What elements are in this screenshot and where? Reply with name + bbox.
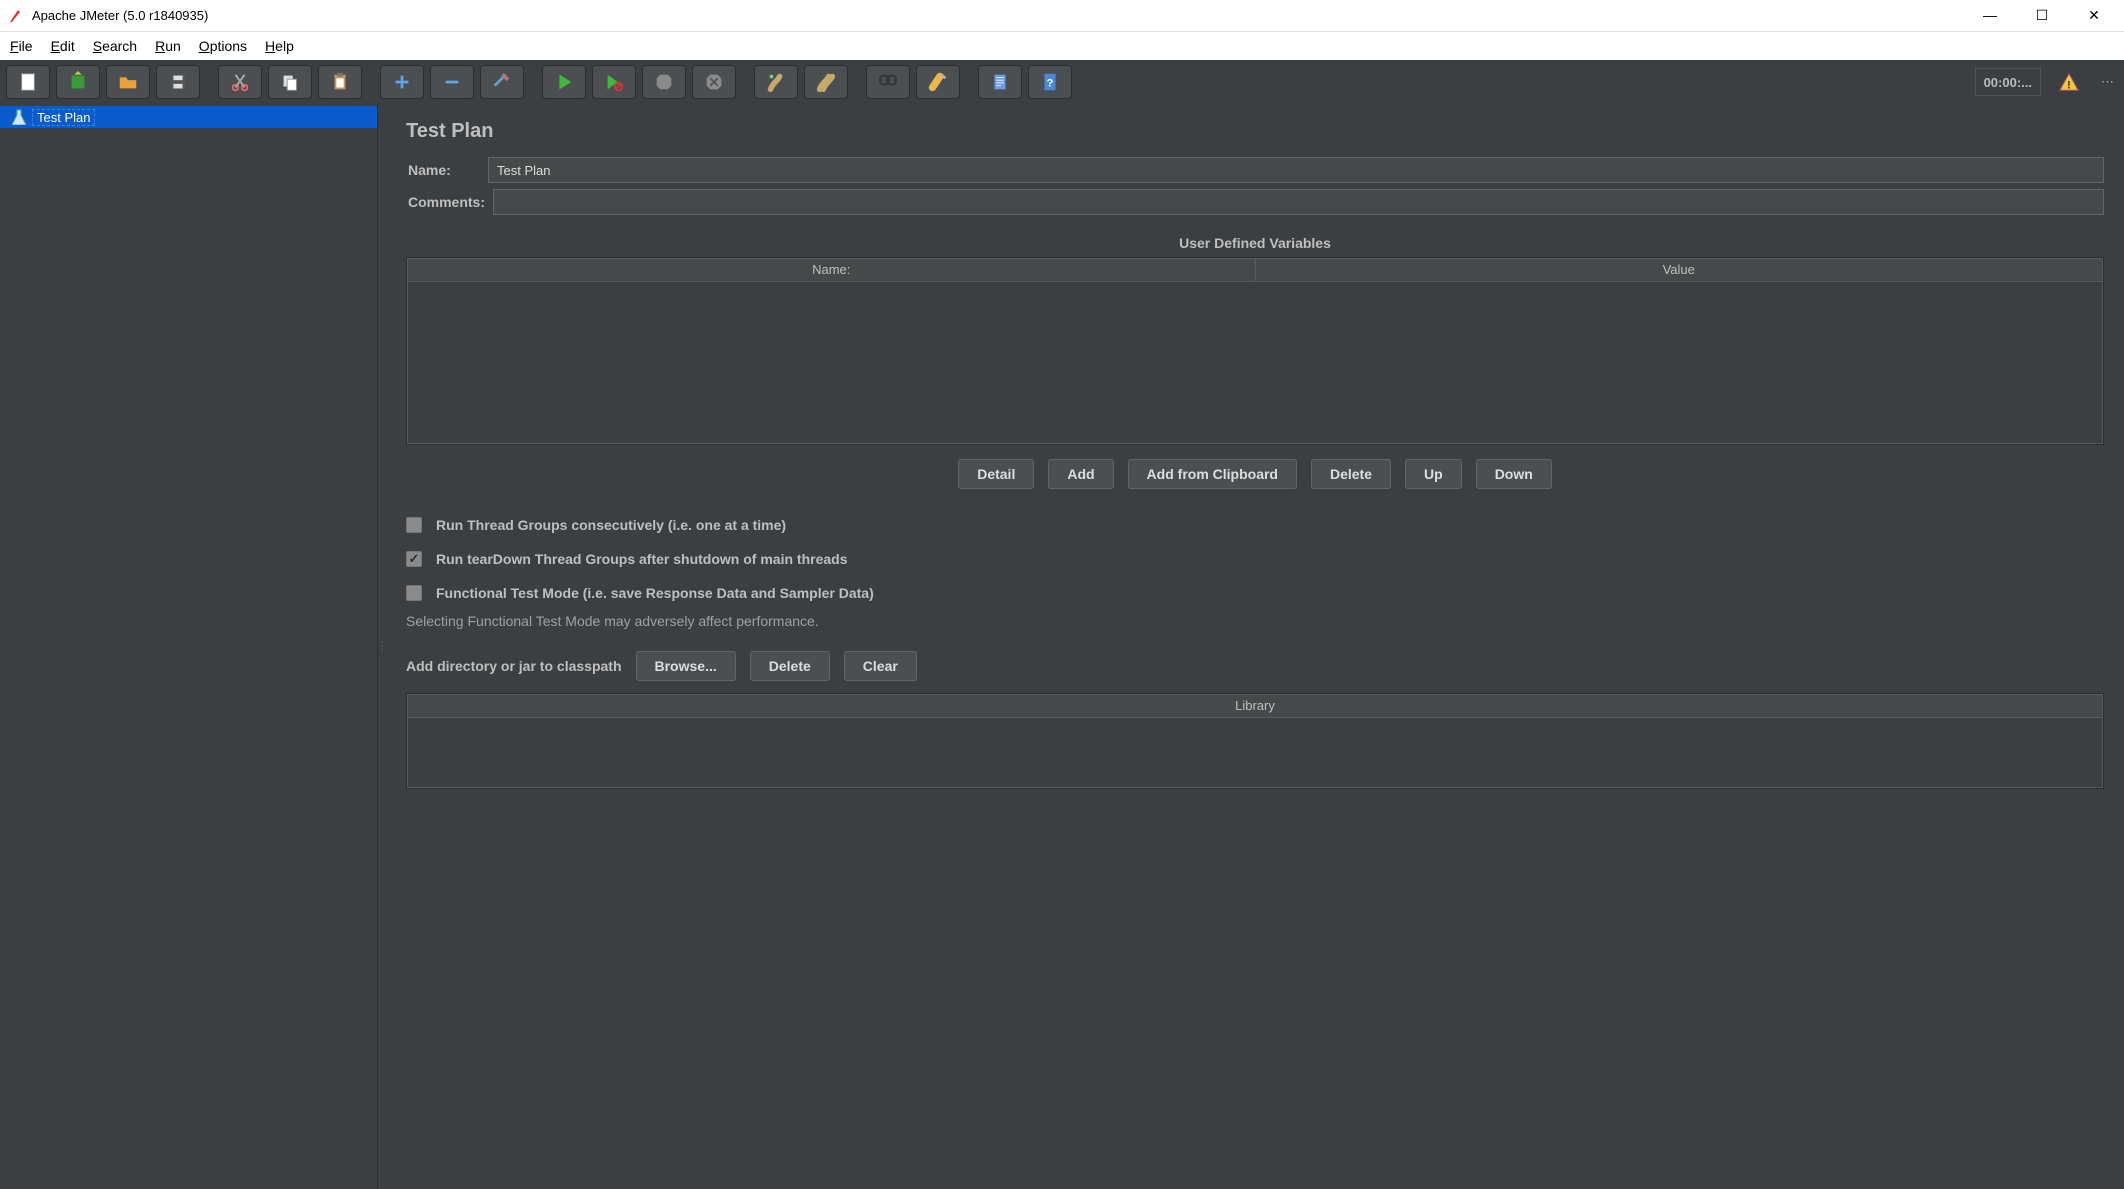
cut-button[interactable] — [218, 65, 262, 99]
save-button[interactable] — [156, 65, 200, 99]
up-button[interactable]: Up — [1405, 459, 1462, 489]
udv-col-name[interactable]: Name: — [408, 259, 1256, 281]
paste-button[interactable] — [318, 65, 362, 99]
menu-help[interactable]: Help — [265, 38, 294, 54]
name-input[interactable] — [488, 157, 2104, 183]
cp-delete-button[interactable]: Delete — [750, 651, 830, 681]
app-icon — [8, 8, 24, 24]
help-tb-button[interactable]: ? — [1028, 65, 1072, 99]
tree-root-label: Test Plan — [32, 109, 95, 126]
comments-input[interactable] — [493, 189, 2104, 215]
clear-all-icon — [815, 71, 837, 93]
search-icon — [877, 71, 899, 93]
name-label: Name: — [406, 162, 488, 178]
start-no-timers-button[interactable] — [592, 65, 636, 99]
plus-icon — [391, 71, 413, 93]
open-icon — [117, 71, 139, 93]
new-button[interactable] — [6, 65, 50, 99]
toggle-button[interactable] — [480, 65, 524, 99]
svg-text:!: ! — [2067, 79, 2071, 91]
stop-button[interactable] — [642, 65, 686, 99]
window-minimize[interactable]: — — [1976, 7, 2004, 24]
toggle-icon — [491, 71, 513, 93]
down-button[interactable]: Down — [1476, 459, 1552, 489]
udv-tbody[interactable] — [407, 282, 2103, 444]
collapse-button[interactable] — [430, 65, 474, 99]
library-table: Library — [406, 693, 2104, 789]
new-icon — [17, 71, 39, 93]
expand-button[interactable] — [380, 65, 424, 99]
svg-text:?: ? — [1047, 78, 1054, 90]
udv-table: Name: Value — [406, 257, 2104, 445]
cp-clear-button[interactable]: Clear — [844, 651, 917, 681]
functional-note: Selecting Functional Test Mode may adver… — [406, 613, 2104, 629]
content-panel: Test Plan Name: Comments: User Defined V… — [386, 104, 2124, 1189]
copy-icon — [279, 71, 301, 93]
stop-icon — [653, 71, 675, 93]
menu-file[interactable]: File — [10, 38, 33, 54]
checkbox-teardown-label: Run tearDown Thread Groups after shutdow… — [436, 551, 847, 567]
templates-icon — [67, 71, 89, 93]
toolbar: ? 00:00:... ! ⋯ — [0, 60, 2124, 104]
testplan-icon — [12, 109, 26, 125]
splitter[interactable]: ⋮ — [378, 104, 386, 1189]
paste-icon — [329, 71, 351, 93]
warnings-button[interactable]: ! — [2047, 65, 2091, 99]
classpath-label: Add directory or jar to classpath — [406, 658, 622, 674]
minus-icon — [441, 71, 463, 93]
start-button[interactable] — [542, 65, 586, 99]
search-tb-button[interactable] — [866, 65, 910, 99]
tree-root-node[interactable]: Test Plan — [0, 106, 377, 128]
checkbox-consecutive[interactable] — [406, 517, 422, 533]
add-button[interactable]: Add — [1048, 459, 1113, 489]
udv-col-value[interactable]: Value — [1256, 259, 2103, 281]
browse-button[interactable]: Browse... — [636, 651, 736, 681]
delete-button[interactable]: Delete — [1311, 459, 1391, 489]
clear-all-button[interactable] — [804, 65, 848, 99]
menu-search[interactable]: Search — [93, 38, 137, 54]
function-helper-icon — [989, 71, 1011, 93]
clear-button[interactable] — [754, 65, 798, 99]
checkbox-functional[interactable] — [406, 585, 422, 601]
menu-edit[interactable]: Edit — [51, 38, 75, 54]
start-icon — [553, 71, 575, 93]
tree-panel: Test Plan — [0, 104, 378, 1189]
cut-icon — [229, 71, 251, 93]
menubar: File Edit Search Run Options Help — [0, 32, 2124, 60]
checkbox-consecutive-label: Run Thread Groups consecutively (i.e. on… — [436, 517, 786, 533]
clear-icon — [765, 71, 787, 93]
shutdown-button[interactable] — [692, 65, 736, 99]
copy-button[interactable] — [268, 65, 312, 99]
start-no-timers-icon — [603, 71, 625, 93]
reset-search-button[interactable] — [916, 65, 960, 99]
window-maximize[interactable]: ☐ — [2028, 7, 2056, 24]
panel-heading: Test Plan — [406, 120, 2104, 143]
add-from-clipboard-button[interactable]: Add from Clipboard — [1128, 459, 1297, 489]
library-header[interactable]: Library — [408, 695, 2102, 717]
window-title: Apache JMeter (5.0 r1840935) — [32, 8, 1976, 23]
menu-options[interactable]: Options — [199, 38, 247, 54]
udv-title: User Defined Variables — [406, 235, 2104, 251]
timer-display: 00:00:... — [1975, 68, 2041, 96]
help-icon: ? — [1039, 71, 1061, 93]
checkbox-functional-label: Functional Test Mode (i.e. save Response… — [436, 585, 874, 601]
function-helper-button[interactable] — [978, 65, 1022, 99]
window-close[interactable]: ✕ — [2080, 7, 2108, 24]
templates-button[interactable] — [56, 65, 100, 99]
reset-search-icon — [927, 71, 949, 93]
titlebar: Apache JMeter (5.0 r1840935) — ☐ ✕ — [0, 0, 2124, 32]
shutdown-icon — [703, 71, 725, 93]
more-icon[interactable]: ⋯ — [2097, 74, 2118, 90]
open-button[interactable] — [106, 65, 150, 99]
save-icon — [167, 71, 189, 93]
library-tbody[interactable] — [407, 718, 2103, 788]
detail-button[interactable]: Detail — [958, 459, 1034, 489]
menu-run[interactable]: Run — [155, 38, 181, 54]
warning-icon: ! — [2058, 71, 2080, 93]
checkbox-teardown[interactable] — [406, 551, 422, 567]
comments-label: Comments: — [406, 194, 485, 210]
